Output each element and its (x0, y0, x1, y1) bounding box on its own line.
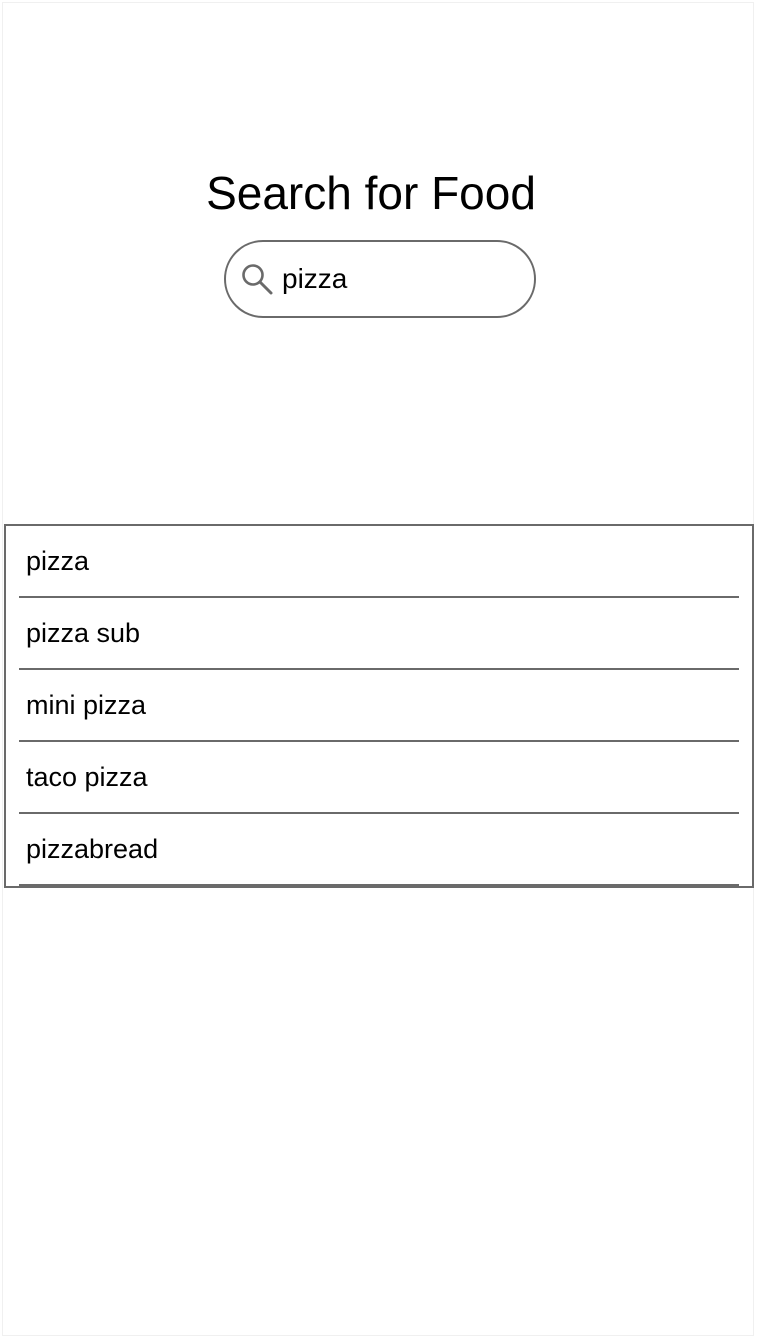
page-title: Search for Food (206, 167, 536, 219)
results-list: pizza pizza sub mini pizza taco pizza pi… (6, 526, 752, 886)
result-item[interactable]: pizzabread (19, 814, 739, 886)
result-item[interactable]: taco pizza (19, 742, 739, 814)
result-item[interactable]: pizza (19, 526, 739, 598)
search-box[interactable] (224, 240, 536, 318)
search-input[interactable] (282, 258, 518, 300)
result-item[interactable]: mini pizza (19, 670, 739, 742)
results-panel: pizza pizza sub mini pizza taco pizza pi… (4, 524, 754, 888)
result-item[interactable]: pizza sub (19, 598, 739, 670)
search-icon (242, 264, 273, 295)
